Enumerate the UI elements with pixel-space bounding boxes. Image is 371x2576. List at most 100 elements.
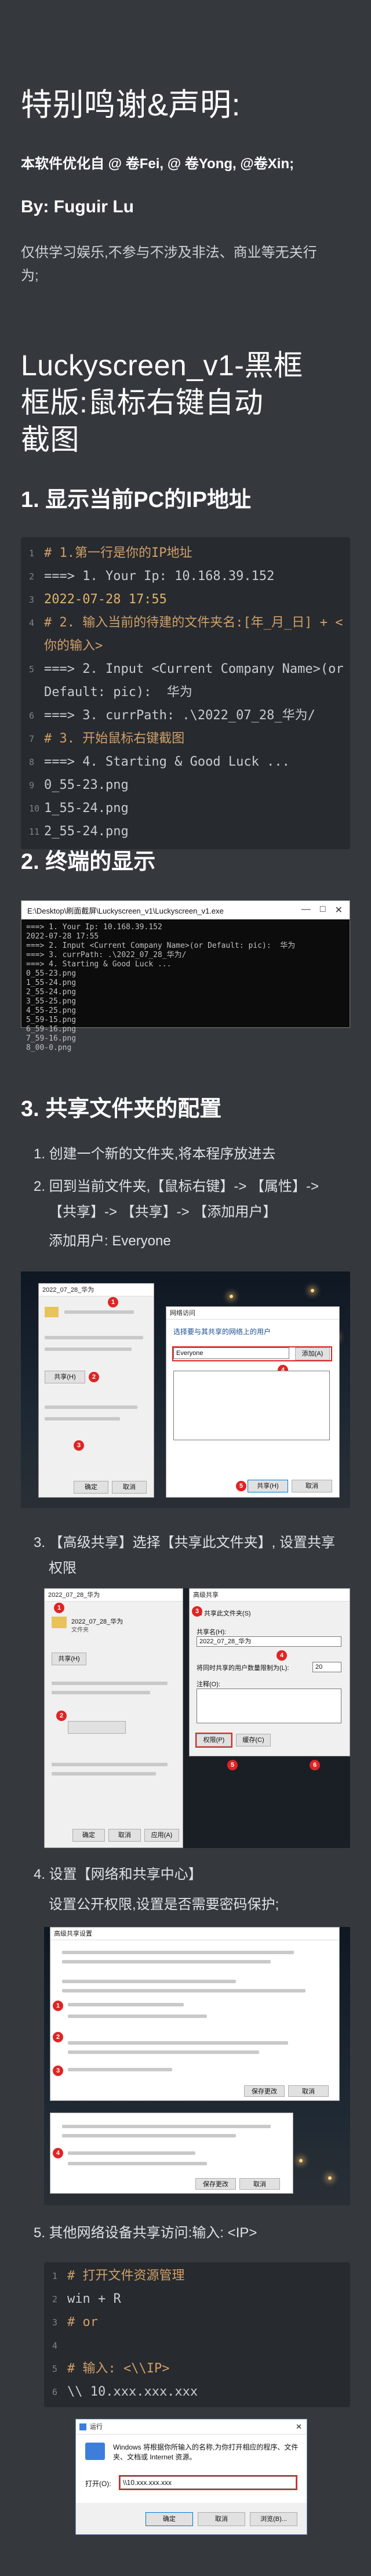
folder-icon — [45, 1307, 59, 1317]
code-line: 3 # or — [44, 2311, 350, 2334]
text-line — [62, 1980, 236, 1983]
advanced-share-button[interactable] — [68, 1721, 126, 1734]
share-name-label: 共享名(H): — [197, 1629, 227, 1636]
code-text: win + R — [67, 2292, 121, 2306]
ip-code-block: 1 # 1.第一行是你的IP地址 2 ===> 1. Your Ip: 10.168.… — [21, 537, 350, 849]
code-text: # or — [67, 2315, 98, 2329]
maximize-icon[interactable]: □ — [320, 904, 326, 916]
confirm-share-button[interactable]: 共享(H) — [248, 1480, 288, 1492]
text-line — [52, 1763, 168, 1766]
limit-field[interactable]: 20 — [312, 1662, 341, 1672]
step-4: 4. 设置【网络和共享中心】 — [34, 1867, 202, 1882]
marker-4: 4 — [277, 1650, 287, 1661]
save-changes-button-2[interactable]: 保存更改 — [195, 2178, 236, 2190]
code-line: 9 0_55-23.png — [21, 774, 350, 797]
terminal-output: ===> 1. Your Ip: 10.168.39.152 2022-07-2… — [26, 923, 296, 1052]
share-name-field[interactable]: 2022_07_28_华为 — [197, 1636, 341, 1647]
text-line — [45, 1347, 132, 1351]
apply-button[interactable]: 应用(A) — [144, 1829, 179, 1842]
network-access-titlebar: 网络访问 — [166, 1307, 339, 1320]
code-text: 1_55-24.png — [44, 801, 129, 816]
code-line: 3 2022-07-28 17:55 — [21, 588, 350, 611]
marker-2: 2 — [89, 1372, 99, 1382]
code-text: ===> 4. Starting & Good Luck ... — [44, 755, 290, 769]
cancel-button[interactable]: 取消 — [288, 2085, 329, 2097]
marker-3: 3 — [53, 2066, 63, 2076]
terminal-window: E:\Desktop\刷面截屏\Luckyscreen_v1\Luckyscre… — [21, 900, 350, 1052]
ok-button[interactable]: 确定 — [72, 1829, 105, 1842]
share-button[interactable]: 共享(H) — [52, 1653, 86, 1665]
line-number: 6 — [29, 711, 35, 721]
code-line: 6 ===> 3. currPath: .\2022_07_28_华为/ — [21, 704, 350, 727]
minimize-icon[interactable]: — — [301, 904, 311, 916]
marker-1: 1 — [54, 1603, 64, 1613]
user-list[interactable] — [173, 1371, 330, 1440]
text-line — [52, 1691, 150, 1694]
screenshot-advanced-share: 2022_07_28_华为 2022_07_28_华为 文件夹 1 共享(H) … — [44, 1588, 350, 1848]
text-line — [45, 1336, 143, 1339]
step-5: 5. 其他网络设备共享访问:输入: <IP> — [34, 2225, 257, 2241]
cancel-button[interactable]: 取消 — [198, 2512, 245, 2526]
optimized-by: 本软件优化自 @ 卷Fei, @ 卷Yong, @卷Xin; — [21, 156, 294, 172]
step-4-note: 设置公开权限,设置是否需要密码保护; — [49, 1897, 279, 1912]
line-number: 4 — [29, 618, 35, 628]
text-line — [45, 1417, 120, 1421]
close-icon[interactable]: ✕ — [335, 904, 343, 916]
line-number: 5 — [52, 2364, 58, 2374]
network-access-dialog: 网络访问 选择要与其共享的网络上的用户 Everyone 添加(A) 4 共享(… — [166, 1306, 340, 1498]
lamp — [311, 1289, 314, 1292]
step-2: 2. 回到当前文件夹,【鼠标右键】-> 【属性】-> — [34, 1179, 319, 1194]
app-icon — [85, 2443, 105, 2460]
ok-button[interactable]: 确定 — [74, 1481, 108, 1494]
code-line: 4 # 2. 输入当前的待建的文件夹名:[年_月_日] + < 你的输入> — [21, 611, 350, 658]
code-line: 1 # 打开文件资源管理 — [44, 2265, 350, 2288]
limit-label: 将同时共享的用户数量限制为(L): — [197, 1665, 289, 1672]
marker-5: 5 — [227, 1760, 238, 1770]
text-line — [62, 1989, 305, 1992]
disclaimer-line: 仅供学习娱乐,不参与不涉及非法、商业等无关行 — [21, 245, 317, 260]
cancel-share-button[interactable]: 取消 — [292, 1480, 332, 1492]
cancel-button[interactable]: 取消 — [112, 1481, 147, 1494]
line-number: 2 — [29, 571, 35, 582]
code-text: # 输入: <\\IP> — [67, 2361, 170, 2376]
share-prompt: 选择要与其共享的网络上的用户 — [173, 1328, 271, 1336]
ok-button[interactable]: 确定 — [146, 2512, 193, 2526]
code-line: 5 # 输入: <\\IP> — [44, 2357, 350, 2381]
save-changes-button[interactable]: 保存更改 — [244, 2085, 285, 2097]
close-icon[interactable]: ✕ — [296, 2421, 307, 2433]
highlight-box — [195, 1733, 232, 1748]
advanced-share-titlebar: 高级共享 — [190, 1589, 350, 1602]
advanced-share-dialog: 高级共享 ☑ 共享此文件夹(S) 3 共享名(H): 2022_07_28_华为… — [189, 1588, 350, 1756]
cache-button[interactable]: 缓存(C) — [236, 1734, 271, 1747]
text-line — [68, 2015, 207, 2018]
comment-field[interactable] — [197, 1689, 341, 1723]
code-line: 10 1_55-24.png — [21, 797, 350, 820]
cancel-button[interactable]: 取消 — [108, 1829, 141, 1842]
step-1: 1. 创建一个新的文件夹,将本程序放进去 — [34, 1146, 276, 1162]
properties-titlebar: 2022_07_28_华为 — [39, 1284, 154, 1296]
page: 特别鸣谢&声明: 本软件优化自 @ 卷Fei, @ 卷Yong, @卷Xin; … — [0, 0, 371, 2576]
line-number: 2 — [52, 2294, 58, 2305]
text-line — [64, 1310, 134, 1314]
properties-dialog: 2022_07_28_华为 共享(H) 2 3 确定 取消 — [38, 1283, 154, 1498]
line-number: 1 — [52, 2271, 58, 2281]
step-3-cont: 权限 — [49, 1560, 77, 1576]
code-text: ===> 3. currPath: .\2022_07_28_华为/ — [44, 708, 315, 723]
code-text: 2_55-24.png — [44, 824, 129, 839]
terminal-title: E:\Desktop\刷面截屏\Luckyscreen_v1\Luckyscre… — [27, 906, 224, 915]
text-line — [62, 2134, 236, 2137]
share-button[interactable]: 共享(H) — [45, 1371, 85, 1383]
main-title: Luckyscreen_v1-黑框 框版:鼠标右键自动 截图 — [21, 347, 303, 458]
terminal-titlebar: E:\Desktop\刷面截屏\Luckyscreen_v1\Luckyscre… — [21, 901, 350, 919]
code-line: 6 \\ 10.xxx.xxx.xxx — [44, 2381, 350, 2404]
step-2-note: 添加用户: Everyone — [49, 1233, 171, 1249]
cancel-button-2[interactable]: 取消 — [239, 2178, 280, 2190]
disclaimer: 仅供学习娱乐,不参与不涉及非法、商业等无关行 为; — [21, 241, 351, 288]
main-title-line: 截图 — [21, 423, 79, 456]
text-line — [52, 1772, 156, 1776]
marker-2: 2 — [53, 2032, 63, 2042]
share-folder-checkbox[interactable]: ☑ 共享此文件夹(S) — [197, 1608, 251, 1618]
run-code-block: 1 # 打开文件资源管理 2 win + R 3 # or 4 5 # 输入: <\\IP> 6 \… — [44, 2262, 350, 2407]
browse-button[interactable]: 浏览(B)... — [250, 2512, 297, 2526]
properties-titlebar: 2022_07_28_华为 — [45, 1589, 183, 1602]
